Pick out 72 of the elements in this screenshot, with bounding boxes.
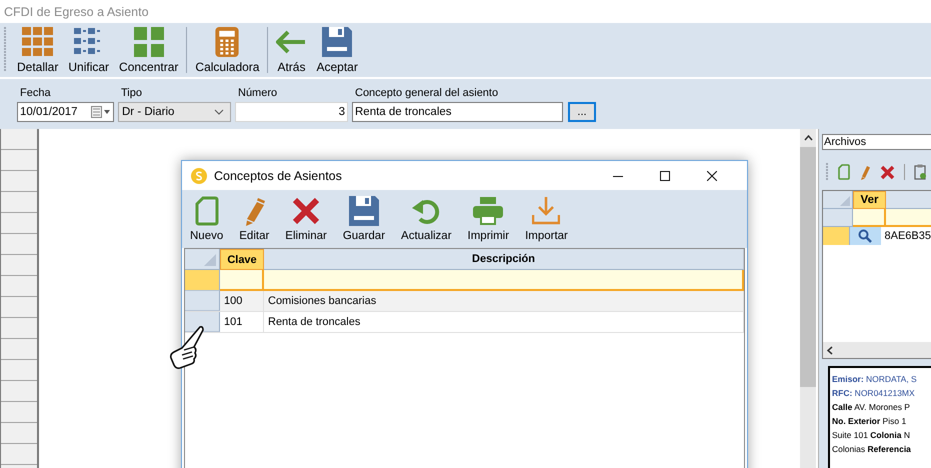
filter-cell[interactable] <box>220 270 264 291</box>
scroll-left-icon <box>827 346 833 354</box>
new-document-icon <box>194 196 219 226</box>
chevron-down-icon <box>214 109 224 115</box>
toolbar-button[interactable]: Actualizar <box>399 196 454 242</box>
window-title: CFDI de Egreso a Asiento <box>4 4 149 18</box>
detail-line: No. Exterior Piso 1 <box>832 415 908 428</box>
table-cell: 100 <box>224 295 242 307</box>
field-label: Número <box>237 87 278 99</box>
detail-line: Suite 101 Colonia N <box>832 429 911 442</box>
row-header[interactable] <box>185 312 220 332</box>
date-field[interactable]: 10/01/2017 <box>17 102 114 122</box>
filter-cell[interactable] <box>886 209 931 227</box>
toolbar-button[interactable]: Guardar <box>340 196 388 242</box>
printer-icon <box>473 196 504 226</box>
corner-triangle-icon <box>840 196 850 206</box>
detail-line: RFC: NOR041213MX <box>832 387 916 400</box>
detail-line: Colonias Referencia <box>832 443 912 456</box>
toolbar-button[interactable]: Concentrar <box>117 26 180 74</box>
detail-line: Calle AV. Morones P <box>832 401 911 414</box>
scrollbar-thumb[interactable] <box>800 147 816 387</box>
coin-icon <box>191 168 207 184</box>
column-header[interactable]: Ver <box>853 191 886 209</box>
toolbar-button[interactable]: Imprimir <box>466 196 512 242</box>
corner-triangle-icon <box>204 254 216 266</box>
block-grid-icon <box>134 26 164 56</box>
toolbar-button[interactable]: Unificar <box>66 26 112 74</box>
toolbar-button[interactable]: Eliminar <box>283 196 329 242</box>
close-icon[interactable] <box>707 170 717 180</box>
vertical-scrollbar[interactable] <box>800 129 816 468</box>
delete-x-icon <box>292 196 320 226</box>
table-cell-text: 8AE6B35 <box>884 229 931 244</box>
maximize-icon[interactable] <box>660 170 670 180</box>
detail-line: Emisor: NORDATA, S <box>832 373 918 386</box>
type-dropdown[interactable]: Dr - Diario <box>118 102 231 122</box>
filter-cell[interactable] <box>264 270 744 291</box>
field-label: Tipo <box>120 87 143 99</box>
horizontal-scrollbar[interactable] <box>823 342 931 358</box>
new-document-icon[interactable] <box>838 164 850 180</box>
concept-field[interactable]: Renta de troncales <box>352 102 563 122</box>
table-cell: Renta de troncales <box>268 316 360 328</box>
field-label: Concepto general del asiento <box>354 87 500 99</box>
column-header[interactable]: Clave <box>220 249 264 270</box>
calendar-dropdown-icon <box>91 106 111 118</box>
toolbar-button[interactable]: Aceptar <box>314 26 360 74</box>
toolbar-grip-icon <box>4 27 7 73</box>
download-tray-icon <box>532 196 560 226</box>
scroll-up-icon <box>804 135 812 141</box>
table-cell: Comisiones bancarias <box>268 295 376 307</box>
clipboard-icon[interactable] <box>914 164 926 180</box>
toolbar-button[interactable]: Importar <box>523 196 570 242</box>
browse-button[interactable]: ... <box>568 102 596 122</box>
files-dropdown[interactable]: Archivos <box>822 134 931 150</box>
toolbar-button[interactable]: Editar <box>237 196 272 242</box>
toolbar-button[interactable]: Nuevo <box>188 196 226 242</box>
column-header[interactable] <box>886 191 931 209</box>
table-cell: 101 <box>224 316 242 328</box>
column-header[interactable]: Descripción <box>264 249 744 270</box>
pencil-icon[interactable] <box>859 164 871 180</box>
tile-grid-icon <box>22 26 54 56</box>
calculator-icon <box>215 26 240 56</box>
field-label: Fecha <box>19 87 52 99</box>
view-cell[interactable] <box>850 227 881 245</box>
toolbar-grip-icon <box>826 163 829 181</box>
toolbar-button[interactable]: Atrás <box>274 26 308 74</box>
dialog-title: Conceptos de Asientos <box>214 168 343 182</box>
filter-cell[interactable] <box>853 209 886 227</box>
search-icon[interactable] <box>858 229 872 243</box>
toolbar-button[interactable]: Calculadora <box>193 26 262 74</box>
number-field[interactable]: 3 <box>235 102 348 122</box>
delete-x-icon[interactable] <box>880 164 895 180</box>
toolbar-button[interactable]: Detallar <box>15 26 60 74</box>
